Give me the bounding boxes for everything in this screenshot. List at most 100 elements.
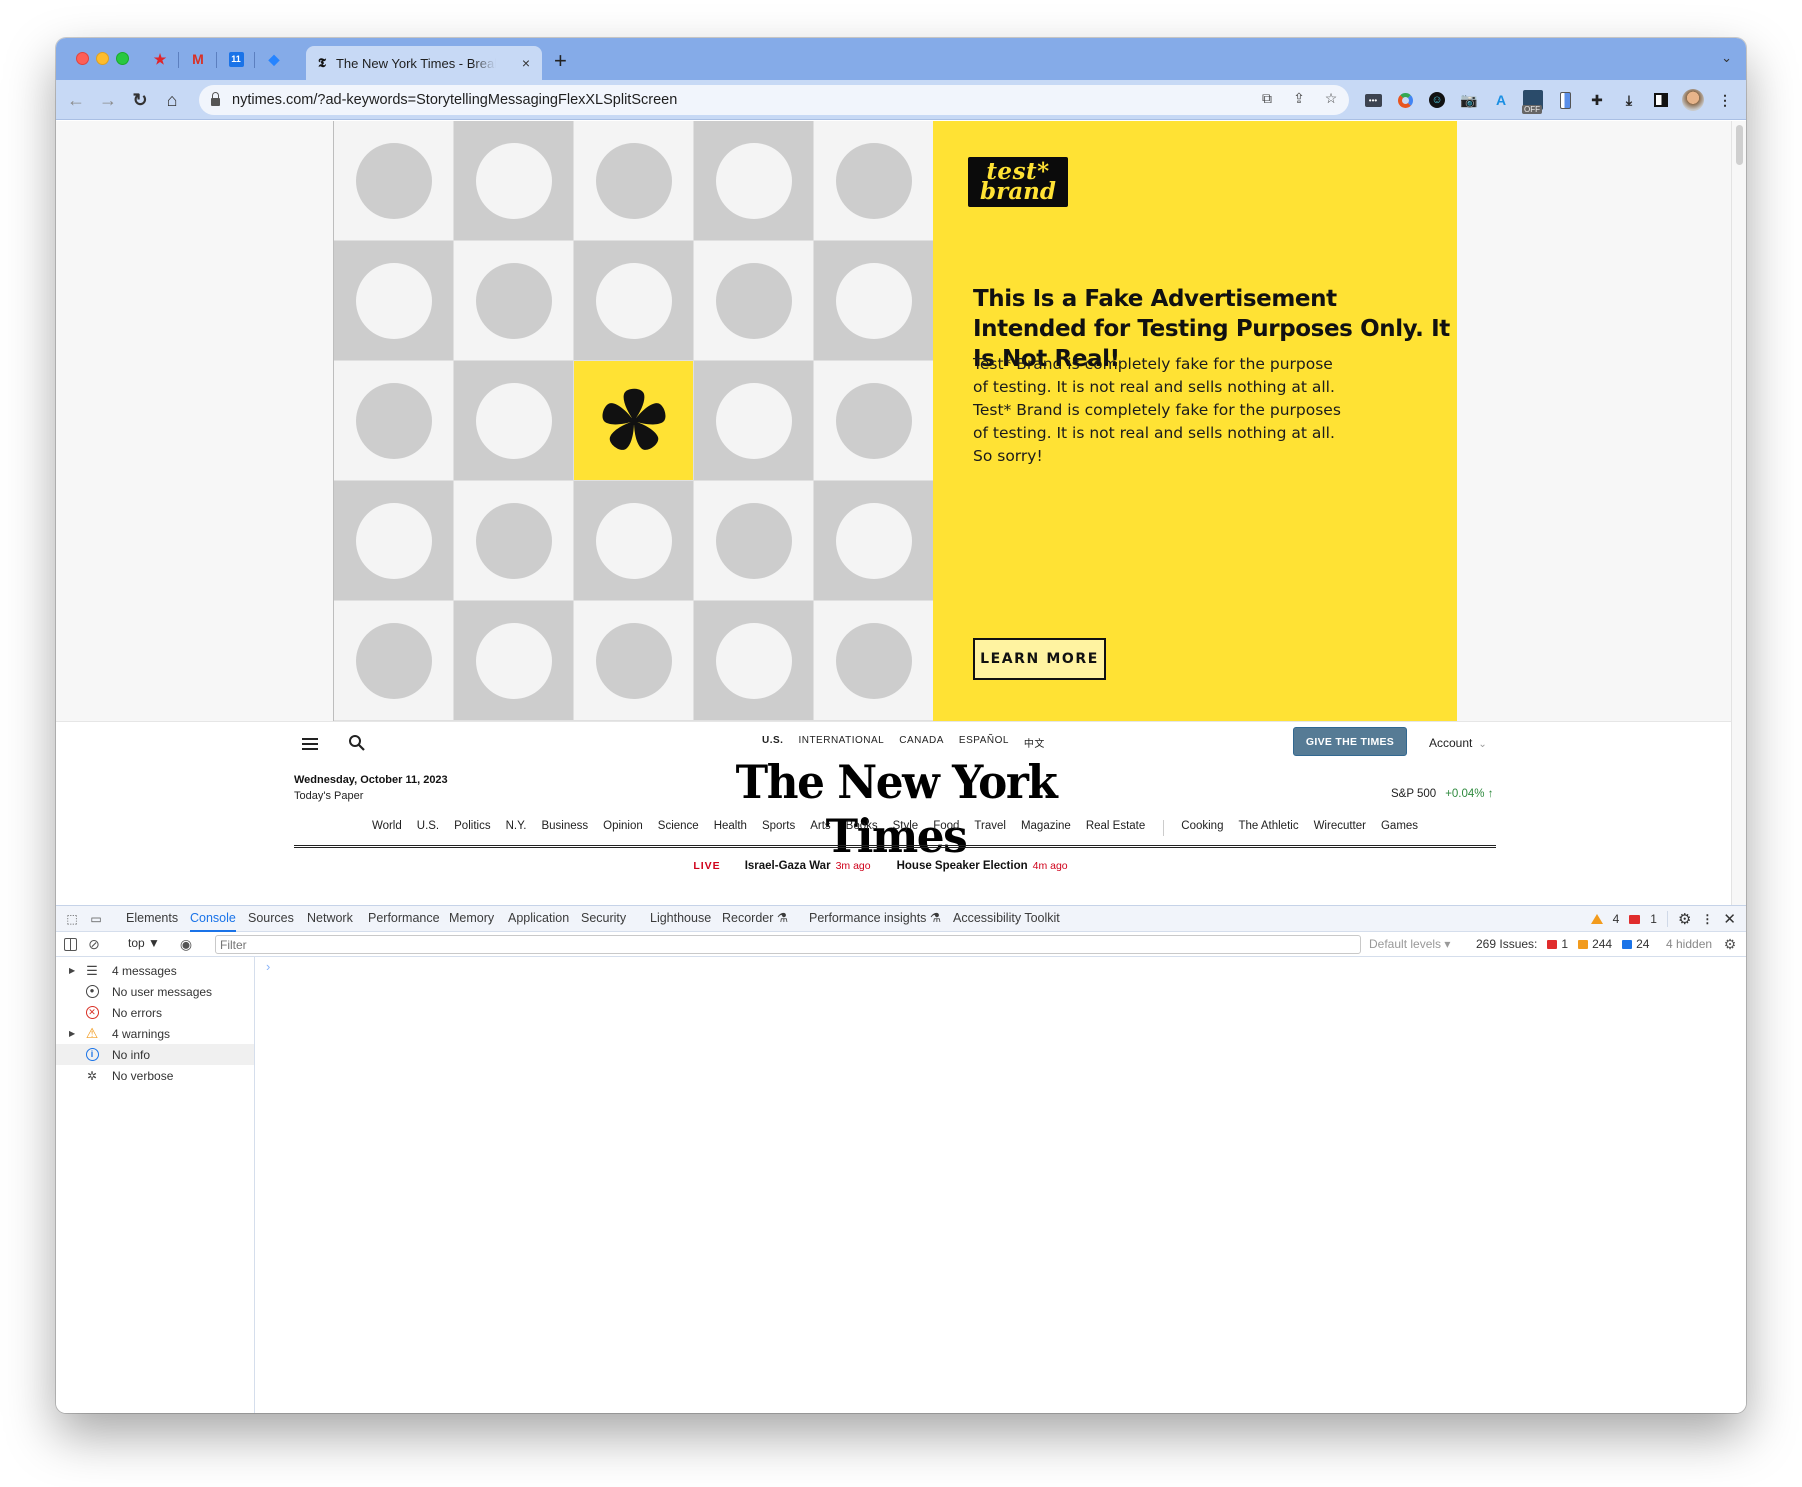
accessibility-extension-icon[interactable]: ☺ [1426,89,1448,111]
extension-dots-icon[interactable]: ••• [1362,89,1384,111]
devtools-tab-performance-insights[interactable]: Performance insights ⚗ [809,906,941,932]
edition-international[interactable]: INTERNATIONAL [798,735,884,750]
pinned-tab-gmail[interactable]: M [188,49,208,69]
section-link-arts[interactable]: Arts [803,820,838,845]
devtools-tab-recorder[interactable]: Recorder ⚗ [722,906,788,932]
profile-avatar[interactable] [1682,89,1704,111]
pinned-tab-star[interactable]: ★ [150,49,170,69]
bookmark-star-icon[interactable]: ☆ [1323,90,1339,107]
log-levels-dropdown[interactable]: Default levels ▾ [1369,937,1450,951]
section-link-n-y[interactable]: N.Y. [498,820,534,845]
devtools-tab-accessibility-toolkit[interactable]: Accessibility Toolkit [953,906,1060,932]
edition-espanol[interactable]: ESPAÑOL [959,735,1009,750]
open-in-app-icon[interactable]: ⧉ [1259,90,1275,107]
issues-counter[interactable]: 269 Issues: 1 244 24 [1476,937,1649,951]
section-link-opinion[interactable]: Opinion [596,820,651,845]
product-link-games[interactable]: Games [1373,820,1425,845]
product-link-the-athletic[interactable]: The Athletic [1231,820,1306,845]
devtools-tab-performance[interactable]: Performance [368,906,440,932]
scrollbar-thumb[interactable] [1736,125,1743,165]
share-icon[interactable]: ⇪ [1291,90,1307,107]
console-sidebar-item[interactable]: i No info [56,1044,254,1065]
extension-off-icon[interactable]: OFF [1522,89,1544,114]
page-scrollbar[interactable] [1731,121,1746,905]
tab-search-chevron-icon[interactable]: ⌄ [1721,50,1732,66]
back-button[interactable]: ← [64,88,88,112]
section-link-health[interactable]: Health [706,820,754,845]
section-link-real-estate[interactable]: Real Estate [1078,820,1152,845]
context-selector[interactable]: top ▼ [128,936,160,950]
browser-menu-icon[interactable]: ⋮ [1714,89,1736,111]
hidden-messages-count[interactable]: 4 hidden [1666,937,1712,951]
close-devtools-icon[interactable]: ✕ [1723,910,1736,928]
product-link-wirecutter[interactable]: Wirecutter [1306,820,1373,845]
console-settings-gear-icon[interactable]: ⚙ [1722,936,1738,952]
devtools-tab-lighthouse[interactable]: Lighthouse [650,906,711,932]
give-the-times-button[interactable]: GIVE THE TIMES [1293,727,1407,756]
section-link-books[interactable]: Books [838,820,885,845]
close-window-button[interactable] [76,52,89,65]
expand-arrow-icon[interactable]: ▶ [69,1029,75,1038]
edition-us[interactable]: U.S. [762,735,783,750]
section-link-science[interactable]: Science [650,820,706,845]
devtools-more-menu-icon[interactable]: ⋮ [1701,912,1713,926]
console-sidebar-item[interactable]: ▶ ☰ 4 messages [56,960,254,981]
section-link-travel[interactable]: Travel [967,820,1014,845]
edition-chinese[interactable]: 中文 [1024,735,1045,750]
extension-color-ring-icon[interactable] [1394,89,1416,111]
devtools-tab-sources[interactable]: Sources [248,906,294,932]
learn-more-button[interactable]: LEARN MORE [973,638,1106,680]
console-sidebar-item[interactable]: ● No user messages [56,981,254,1002]
section-link-style[interactable]: Style [885,820,926,845]
toggle-sidebar-icon[interactable] [62,936,78,952]
tab-nytimes[interactable]: 𝕿 The New York Times - Breaking News, US… [306,46,542,80]
new-tab-button[interactable]: + [554,48,567,74]
device-extension-icon[interactable] [1554,89,1576,111]
clear-console-icon[interactable]: ⊘ [86,936,102,952]
live-item-israel-gaza[interactable]: Israel-Gaza War 3m ago [745,860,897,872]
live-item-house-speaker[interactable]: House Speaker Election 4m ago [897,860,1094,872]
section-link-business[interactable]: Business [534,820,596,845]
side-panel-icon[interactable] [1650,89,1672,111]
console-sidebar-item[interactable]: ▶ ⚠ 4 warnings [56,1023,254,1044]
todays-paper-link[interactable]: Today's Paper [294,790,363,802]
section-link-politics[interactable]: Politics [447,820,498,845]
pinned-tab-calendar[interactable]: 11 [226,49,246,69]
section-link-magazine[interactable]: Magazine [1013,820,1078,845]
maximize-window-button[interactable] [116,52,129,65]
edition-canada[interactable]: CANADA [899,735,944,750]
section-link-world[interactable]: World [364,820,409,845]
font-extension-icon[interactable]: A [1490,89,1512,111]
search-icon[interactable] [348,734,366,752]
device-toolbar-icon[interactable]: ▭ [88,911,104,927]
devtools-tab-application[interactable]: Application [508,906,569,932]
console-sidebar-item[interactable]: ✕ No errors [56,1002,254,1023]
minimize-window-button[interactable] [96,52,109,65]
extensions-puzzle-icon[interactable]: ✚ [1586,89,1608,111]
section-link-food[interactable]: Food [926,820,967,845]
camera-extension-icon[interactable]: 📷 [1458,89,1480,111]
warning-icon[interactable] [1590,914,1603,924]
devtools-tab-memory[interactable]: Memory [449,906,494,932]
warning-count[interactable]: 4 [1613,912,1620,926]
console-output[interactable]: › [256,957,1746,1413]
section-link-u-s[interactable]: U.S. [409,820,446,845]
devtools-tab-console[interactable]: Console [190,906,236,932]
devtools-tab-network[interactable]: Network [307,906,353,932]
section-link-sports[interactable]: Sports [754,820,802,845]
pinned-tab-jira[interactable]: ◆ [264,49,284,69]
devtools-tab-elements[interactable]: Elements [126,906,178,932]
account-menu[interactable]: Account ⌄ [1429,736,1487,750]
expand-arrow-icon[interactable]: ▶ [69,966,75,975]
forward-button[interactable]: → [96,88,120,112]
console-sidebar-item[interactable]: ✲ No verbose [56,1065,254,1086]
error-count[interactable]: 1 [1650,912,1657,926]
address-bar[interactable]: nytimes.com/?ad-keywords=StorytellingMes… [199,85,1349,115]
hamburger-menu-icon[interactable] [302,738,318,750]
home-button[interactable]: ⌂ [160,88,184,112]
live-expression-eye-icon[interactable]: ◉ [178,936,194,952]
console-filter-input[interactable] [215,935,1361,954]
inspect-element-icon[interactable]: ⬚ [64,911,80,927]
advertisement[interactable]: test* brand This Is a Fake Advertisement… [333,121,1457,721]
reload-button[interactable]: ↻ [128,88,152,112]
